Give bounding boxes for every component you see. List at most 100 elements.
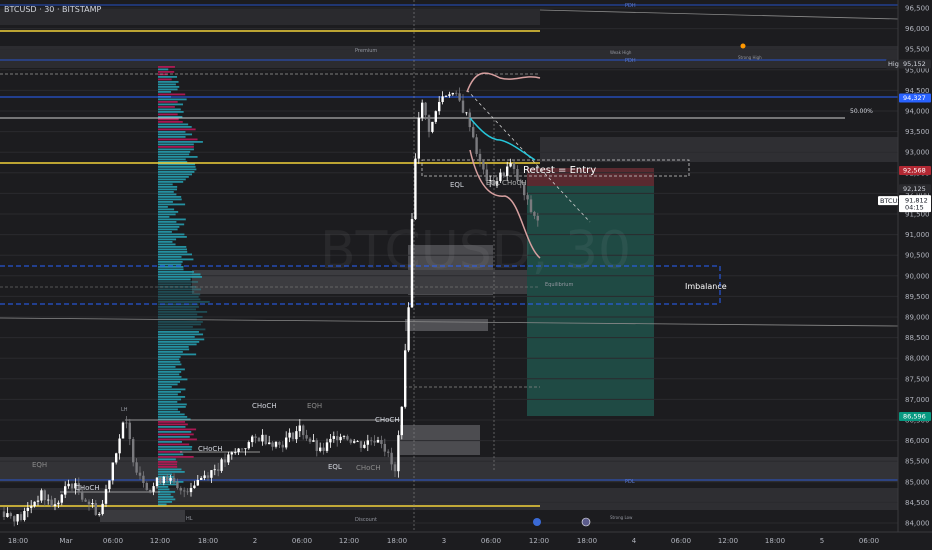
x-tick-label: 18:00 xyxy=(577,537,597,545)
volume-profile-bar xyxy=(158,471,185,473)
candle-body xyxy=(393,464,397,472)
candle-body xyxy=(366,440,369,445)
candle-body xyxy=(179,488,182,491)
chart-canvas[interactable]: BTCUSD, 30 Retest = Entry Imbalance 50.00%… xyxy=(0,0,932,550)
y-tick-label: 96,000 xyxy=(905,25,930,33)
volume-profile-bar xyxy=(158,423,188,426)
volume-profile-bar xyxy=(158,186,178,188)
candle-body xyxy=(237,448,240,453)
discount-label: Discount xyxy=(355,517,377,523)
volume-profile-bar xyxy=(158,98,187,101)
candle-body xyxy=(135,462,138,473)
volume-profile-bar xyxy=(158,203,186,206)
candle-body xyxy=(193,485,196,489)
volume-profile-bar xyxy=(158,243,176,246)
fvg-block-2 xyxy=(405,319,488,331)
candle-body xyxy=(128,422,131,440)
choch-label-1: CHoCH xyxy=(252,402,277,410)
volume-profile-bar xyxy=(158,456,194,458)
volume-profile-bar xyxy=(158,148,194,151)
eql-choch-label: EQL CHoCH xyxy=(486,179,527,187)
candle-body xyxy=(373,441,376,443)
volume-profile-bar xyxy=(158,448,192,451)
candle-body xyxy=(461,100,465,113)
volume-profile-bar xyxy=(158,438,197,441)
candle-body xyxy=(67,483,70,487)
volume-profile-bar xyxy=(158,213,176,216)
volume-profile-bar xyxy=(158,358,180,361)
strong-low-label: Strong Low xyxy=(610,515,633,520)
volume-profile-bar xyxy=(158,121,183,123)
volume-profile-bar xyxy=(158,351,183,353)
volume-profile-bar xyxy=(158,378,188,381)
candle-body xyxy=(81,492,84,500)
volume-profile-bar xyxy=(158,126,192,128)
candle-body xyxy=(138,472,142,476)
volume-profile-bar xyxy=(158,458,176,461)
volume-profile-bar xyxy=(158,146,194,148)
x-tick-label: 12:00 xyxy=(718,537,738,545)
equilibrium-label: Equilibrium xyxy=(545,282,573,288)
candle-body xyxy=(70,483,74,489)
candle-body xyxy=(536,215,539,221)
premium-label: Premium xyxy=(355,48,377,54)
candle-body xyxy=(261,434,264,442)
candle-body xyxy=(302,425,305,436)
volume-profile-bar xyxy=(158,451,183,453)
candle-body xyxy=(305,435,308,439)
candle-body xyxy=(142,475,145,483)
volume-profile-bar xyxy=(158,248,187,251)
volume-profile-bar xyxy=(158,461,178,463)
candle-body xyxy=(390,452,393,465)
x-tick-label: 12:00 xyxy=(339,537,359,545)
candle-body xyxy=(451,92,454,95)
candle-body xyxy=(217,469,220,471)
x-tick-label: 18:00 xyxy=(198,537,218,545)
volume-profile-bar xyxy=(158,76,178,78)
hl-label: HL xyxy=(186,516,193,522)
y-tick-label: 95,500 xyxy=(905,46,930,54)
volume-profile-bar xyxy=(158,71,175,73)
candle-body xyxy=(288,432,291,438)
volume-profile-bar xyxy=(158,376,182,378)
candle-body xyxy=(132,439,135,463)
volume-profile-bar xyxy=(158,181,184,183)
dark-price-text: 92,125 xyxy=(903,185,926,193)
candle-body xyxy=(325,442,329,451)
candle-body xyxy=(329,438,332,443)
candle-body xyxy=(254,436,257,438)
volume-profile-bar xyxy=(158,263,182,266)
candle-body xyxy=(16,514,19,522)
candle-body xyxy=(336,436,339,441)
volume-profile-bar xyxy=(158,368,185,371)
volume-profile-bar xyxy=(158,103,184,106)
candle-body xyxy=(421,102,424,118)
candle-body xyxy=(482,161,485,170)
candle-body xyxy=(53,504,57,507)
volume-profile-bar xyxy=(158,216,170,218)
candle-body xyxy=(244,448,247,450)
candle-body xyxy=(529,199,533,212)
candle-body xyxy=(278,441,281,445)
candle-body xyxy=(169,477,172,481)
candle-body xyxy=(64,486,67,495)
volume-profile-bar xyxy=(158,283,192,286)
candle-body xyxy=(332,436,335,439)
candle-body xyxy=(509,163,512,167)
candle-body xyxy=(172,477,176,482)
volume-profile-bar xyxy=(158,401,178,403)
candle-body xyxy=(502,172,505,176)
y-tick-label: 89,500 xyxy=(905,293,930,301)
candle-body xyxy=(186,491,189,493)
volume-profile-bar xyxy=(158,256,182,258)
candle-body xyxy=(125,422,128,424)
candle-body xyxy=(108,480,111,490)
candle-body xyxy=(346,436,349,440)
volume-profile-bar xyxy=(158,273,201,276)
volume-profile-bar xyxy=(158,321,203,323)
time-axis[interactable] xyxy=(0,532,932,550)
x-tick-label: 18:00 xyxy=(8,537,28,545)
candle-body xyxy=(98,514,101,515)
candle-body xyxy=(349,439,352,443)
x-tick-label: 06:00 xyxy=(671,537,691,545)
